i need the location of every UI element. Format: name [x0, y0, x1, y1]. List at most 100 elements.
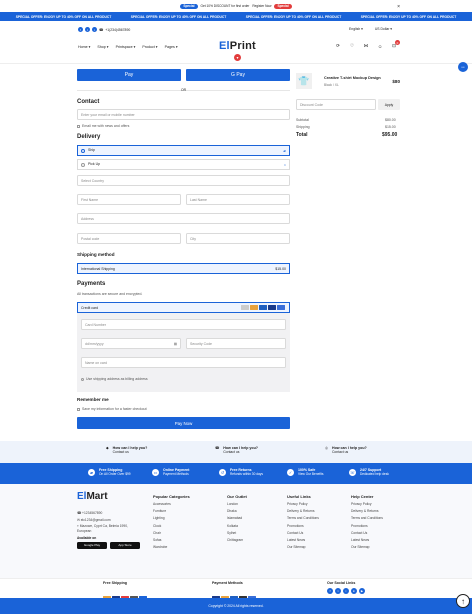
- facebook-icon[interactable]: f: [327, 588, 333, 594]
- compare-icon[interactable]: ⟳: [335, 43, 341, 49]
- help-item[interactable]: ◎ How can I help you? Contact us: [325, 446, 367, 454]
- footer-link[interactable]: Chittagram: [227, 537, 247, 544]
- first-name-field[interactable]: First Name: [77, 194, 181, 205]
- help-item[interactable]: ☎ How can I help you? Contact us: [215, 446, 258, 454]
- billing-same-checkbox[interactable]: Use shipping address as billing address: [81, 377, 148, 381]
- twitter-icon[interactable]: t: [335, 588, 341, 594]
- wishlist-icon[interactable]: ♡: [349, 43, 355, 49]
- city-field[interactable]: City: [186, 233, 290, 244]
- footer-link[interactable]: Lighting: [153, 515, 190, 522]
- radio-selected-icon[interactable]: [81, 148, 85, 153]
- nav-pages[interactable]: Pages ▾: [165, 45, 178, 49]
- footer-link[interactable]: Promotions: [287, 523, 319, 530]
- footer-link[interactable]: Sofas: [153, 537, 190, 544]
- footer-link[interactable]: Sylhet: [227, 530, 247, 537]
- apple-pay-button[interactable]: Pay: [77, 69, 181, 81]
- expiry-field[interactable]: dd/mm/yyyy ▦: [81, 338, 181, 349]
- email-field[interactable]: Enter your email or mobile number: [77, 109, 290, 120]
- radio-icon[interactable]: [81, 162, 85, 167]
- google-pay-button[interactable]: G Pay: [186, 69, 290, 81]
- remember-checkbox[interactable]: Save my information for a faster checkou…: [77, 407, 147, 411]
- nav-printspace[interactable]: Printspace ▾: [116, 45, 136, 49]
- footer-link[interactable]: Terms and Conditions: [351, 515, 383, 522]
- footer-link[interactable]: Islamabad: [227, 515, 247, 522]
- app-store-badge[interactable]: App Store: [110, 542, 140, 550]
- currency-select[interactable]: US Dollar ▾: [375, 27, 392, 31]
- google-play-badge[interactable]: Google Play: [77, 542, 107, 550]
- footer-link[interactable]: Accessories: [153, 501, 190, 508]
- scroll-top-icon[interactable]: ↑: [456, 594, 470, 608]
- language-select[interactable]: English ▾: [349, 27, 363, 31]
- footer-link[interactable]: Promotions: [351, 523, 383, 530]
- mastercard-icon: [250, 304, 258, 310]
- footer-link[interactable]: Contact Us: [287, 530, 319, 537]
- register-link[interactable]: Register Now: [252, 4, 271, 8]
- footer-link[interactable]: Privacy Policy: [287, 501, 319, 508]
- delivery-title: Delivery: [77, 134, 101, 140]
- footer-link[interactable]: Chair: [153, 530, 190, 537]
- header-phone[interactable]: +1(234)4567890: [105, 28, 130, 32]
- help-item[interactable]: ◆ How can I help you? Contact us: [106, 446, 147, 454]
- discount-code-field[interactable]: Discount Code: [296, 99, 376, 110]
- footer-link[interactable]: Furniture: [153, 508, 190, 515]
- nav-product[interactable]: Product ▾: [142, 45, 157, 49]
- checkbox-icon[interactable]: [81, 377, 84, 381]
- footer-link[interactable]: Contact Us: [351, 530, 383, 537]
- features-strip: ▰ Free Shipping On All Order Over $99 ▭ Onl…: [0, 463, 472, 484]
- linkedin-icon[interactable]: in: [351, 588, 357, 594]
- facebook-icon[interactable]: f: [78, 27, 83, 32]
- feature-item: ☏ 24/7 Support Dedicated help desk: [349, 468, 389, 476]
- feature-item: ▰ Free Shipping On All Order Over $99: [88, 468, 131, 476]
- footer-link[interactable]: Delivery & Returns: [287, 508, 319, 515]
- footer-link[interactable]: London: [227, 501, 247, 508]
- footer-email[interactable]: ✉ elc1234@gmail.com: [77, 517, 143, 524]
- pickup-option[interactable]: Pick Up ⌂: [77, 159, 290, 170]
- footer-link[interactable]: Latest News: [351, 537, 383, 544]
- postal-code-field[interactable]: Postal code: [77, 233, 181, 244]
- instagram-icon[interactable]: i: [92, 27, 97, 32]
- footer-link[interactable]: Clock: [153, 523, 190, 530]
- pay-now-button[interactable]: Pay Now: [77, 417, 290, 429]
- checkbox-icon[interactable]: [77, 124, 80, 128]
- card-number-field[interactable]: Card Number: [81, 319, 286, 330]
- footer-link[interactable]: Our Sitemap: [287, 544, 319, 551]
- footer-link[interactable]: Delivery & Returns: [351, 508, 383, 515]
- settings-float-icon[interactable]: •••: [458, 62, 468, 72]
- footer-link[interactable]: Kolkata: [227, 523, 247, 530]
- checkbox-icon[interactable]: [77, 407, 80, 411]
- twitter-icon[interactable]: t: [85, 27, 90, 32]
- phone-icon: ☎: [99, 27, 104, 32]
- apply-button[interactable]: Apply: [378, 99, 400, 110]
- last-name-field[interactable]: Last Name: [186, 194, 290, 205]
- email-offers-checkbox[interactable]: Email me with news and offers: [77, 124, 129, 128]
- shipping-method-option[interactable]: International Shipping $15.00: [77, 263, 290, 274]
- currency-label: US Dollar: [374, 27, 390, 31]
- close-icon[interactable]: ×: [397, 4, 400, 10]
- security-code-field[interactable]: Security Code: [186, 338, 286, 349]
- share-icon[interactable]: ⋈: [363, 43, 369, 49]
- nav-label: Pages: [164, 45, 175, 49]
- footer-logo[interactable]: ElMart: [77, 491, 108, 502]
- country-select[interactable]: Select Country: [77, 175, 290, 186]
- footer-link[interactable]: Dhaka: [227, 508, 247, 515]
- name-on-card-field[interactable]: Name on card: [81, 357, 286, 368]
- instagram-icon[interactable]: i: [343, 588, 349, 594]
- footer-link[interactable]: Privacy Policy: [351, 501, 383, 508]
- email-offers-label: Email me with news and offers: [82, 124, 130, 128]
- footer-phone[interactable]: ☎ +1234567890: [77, 510, 143, 517]
- calendar-icon[interactable]: ▦: [174, 342, 177, 346]
- account-icon[interactable]: ☺: [377, 43, 383, 49]
- footer-link[interactable]: Our Sitemap: [351, 544, 383, 551]
- credit-card-option[interactable]: Credit card: [77, 302, 290, 313]
- site-logo[interactable]: ElPrint: [219, 40, 256, 52]
- nav-shop[interactable]: Shop ▾: [97, 45, 108, 49]
- footer-link[interactable]: Latest News: [287, 537, 319, 544]
- footer-col: Help Center Privacy Policy Delivery & Ret…: [351, 494, 383, 551]
- nav-home[interactable]: Home ▾: [78, 45, 90, 49]
- ship-option[interactable]: Ship ▰: [77, 145, 290, 156]
- footer-link[interactable]: Wardrobe: [153, 544, 190, 551]
- footer-link[interactable]: Terms and Conditions: [287, 515, 319, 522]
- youtube-icon[interactable]: ▶: [359, 588, 365, 594]
- address-field[interactable]: Address: [77, 213, 290, 224]
- copyright-bar: Copyright © 2024 All rights reserved.: [0, 598, 472, 614]
